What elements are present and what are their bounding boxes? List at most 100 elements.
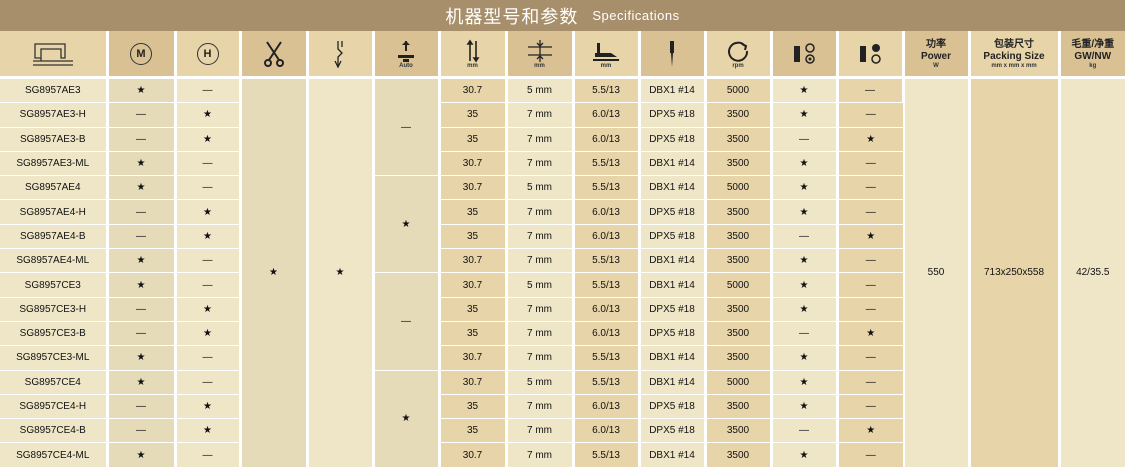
needle-stroke-cell: 35 xyxy=(439,102,508,128)
stitch-length-cell: 7 mm xyxy=(506,418,575,444)
bobbin-cell: — xyxy=(837,102,903,128)
sewing-machine-icon xyxy=(0,31,109,79)
needle-stroke-cell: 35 xyxy=(439,127,508,152)
table-row: SG8957AE3 ★ — ★ ★ —30.7 5 mm 5.5/13 DBX1 #14 5000… xyxy=(0,77,1125,468)
presser-foot-cell: 5.5/13 xyxy=(573,370,641,395)
bobbin-cell: — xyxy=(837,248,903,274)
speed-cell: 3500 xyxy=(705,151,773,177)
spec-table-body: SG8957AE3 ★ — ★ ★ —30.7 5 mm 5.5/13 DBX1 #14 5000… xyxy=(0,77,1125,468)
needle-cell: DBX1 #14 xyxy=(639,175,707,201)
title-english: Specifications xyxy=(592,8,680,23)
presser-foot-cell: 5.5/13 xyxy=(573,151,641,177)
presser-foot-cell: 6.0/13 xyxy=(573,127,641,152)
motor-cell: — xyxy=(107,297,177,322)
presser-foot-cell: 5.5/13 xyxy=(573,272,641,298)
motor-icon: M xyxy=(107,31,177,79)
needle-stroke-cell: 30.7 xyxy=(439,345,508,371)
head-cell: — xyxy=(175,442,242,468)
lubrication-cell: ★ xyxy=(771,345,839,371)
power-header: 功率 Power W xyxy=(903,31,971,79)
needle-cell: DBX1 #14 xyxy=(639,370,707,395)
presser-foot-cell: 6.0/13 xyxy=(573,199,641,225)
lubrication-cell: ★ xyxy=(771,442,839,468)
bobbin-cell: — xyxy=(837,151,903,177)
stitch-length-cell: 5 mm xyxy=(506,175,575,201)
presser-foot-cell: 5.5/13 xyxy=(573,77,641,104)
needle-icon xyxy=(639,31,707,79)
bobbin-icon xyxy=(837,31,905,79)
needle-cell: DBX1 #14 xyxy=(639,272,707,298)
model-cell: SG8957AE3-B xyxy=(0,127,109,152)
needle-stroke-cell: 30.7 xyxy=(439,77,508,104)
head-cell: — xyxy=(175,151,242,177)
bobbin-cell: — xyxy=(837,199,903,225)
head-cell: — xyxy=(175,345,242,371)
lubrication-cell: ★ xyxy=(771,297,839,322)
packing-size-cell: 713x250x558 xyxy=(969,77,1061,468)
needle-cell: DBX1 #14 xyxy=(639,77,707,104)
motor-cell: ★ xyxy=(107,272,177,298)
head-cell: — xyxy=(175,248,242,274)
lubrication-cell: — xyxy=(771,321,839,347)
model-cell: SG8957AE3 xyxy=(0,77,109,104)
bobbin-cell: — xyxy=(837,370,903,395)
title-banner: 机器型号和参数 Specifications xyxy=(0,0,1125,31)
lubrication-cell: ★ xyxy=(771,199,839,225)
needle-cell: DPX5 #18 xyxy=(639,127,707,152)
motor-cell: — xyxy=(107,127,177,152)
lubrication-cell: ★ xyxy=(771,394,839,420)
needle-cell: DBX1 #14 xyxy=(639,345,707,371)
motor-cell: ★ xyxy=(107,151,177,177)
needle-stroke-cell: 30.7 xyxy=(439,175,508,201)
lubrication-cell: ★ xyxy=(771,102,839,128)
needle-stroke-cell: 35 xyxy=(439,199,508,225)
presser-foot-cell: 6.0/13 xyxy=(573,418,641,444)
speed-cell: 3500 xyxy=(705,102,773,128)
speed-cell: 3500 xyxy=(705,127,773,152)
head-cell: ★ xyxy=(175,127,242,152)
motor-cell: — xyxy=(107,418,177,444)
auto-foot-lift-cell: ★ xyxy=(373,370,441,468)
head-cell: ★ xyxy=(175,224,242,250)
thread-trimmer-cell: ★ xyxy=(240,77,309,468)
presser-foot-cell: 6.0/13 xyxy=(573,297,641,322)
bobbin-cell: — xyxy=(837,394,903,420)
needle-stroke-cell: 30.7 xyxy=(439,248,508,274)
speed-cell: 3500 xyxy=(705,297,773,322)
bobbin-cell: — xyxy=(837,442,903,468)
model-cell: SG8957CE4 xyxy=(0,370,109,395)
head-cell: ★ xyxy=(175,418,242,444)
stitch-length-cell: 5 mm xyxy=(506,77,575,104)
stitch-length-cell: 7 mm xyxy=(506,199,575,225)
lubrication-cell: ★ xyxy=(771,151,839,177)
needle-cell: DBX1 #14 xyxy=(639,151,707,177)
model-cell: SG8957CE4-ML xyxy=(0,442,109,468)
speed-cell: 3500 xyxy=(705,199,773,225)
presser-foot-cell: 6.0/13 xyxy=(573,224,641,250)
speed-cell: 5000 xyxy=(705,272,773,298)
stitch-length-cell: 7 mm xyxy=(506,394,575,420)
needle-stroke-cell: 35 xyxy=(439,224,508,250)
motor-cell: — xyxy=(107,199,177,225)
needle-stroke-cell: 35 xyxy=(439,418,508,444)
stitch-length-cell: 7 mm xyxy=(506,321,575,347)
head-cell: ★ xyxy=(175,199,242,225)
presser-foot-cell: 6.0/13 xyxy=(573,394,641,420)
needle-stroke-cell: 30.7 xyxy=(439,151,508,177)
head-cell: — xyxy=(175,77,242,104)
head-cell: ★ xyxy=(175,297,242,322)
auto-foot-lift-cell: — xyxy=(373,77,441,177)
model-cell: SG8957CE3 xyxy=(0,272,109,298)
lubrication-cell: — xyxy=(771,418,839,444)
needle-cell: DPX5 #18 xyxy=(639,224,707,250)
title-chinese: 机器型号和参数 xyxy=(445,6,579,27)
needle-bar-stroke-icon: mm xyxy=(439,31,508,79)
stitch-length-cell: 7 mm xyxy=(506,345,575,371)
bobbin-cell: ★ xyxy=(837,127,903,152)
bobbin-cell: ★ xyxy=(837,224,903,250)
lubrication-cell: ★ xyxy=(771,370,839,395)
model-cell: SG8957CE3-ML xyxy=(0,345,109,371)
presser-foot-cell: 5.5/13 xyxy=(573,345,641,371)
motor-cell: — xyxy=(107,321,177,347)
presser-foot-cell: 5.5/13 xyxy=(573,442,641,468)
